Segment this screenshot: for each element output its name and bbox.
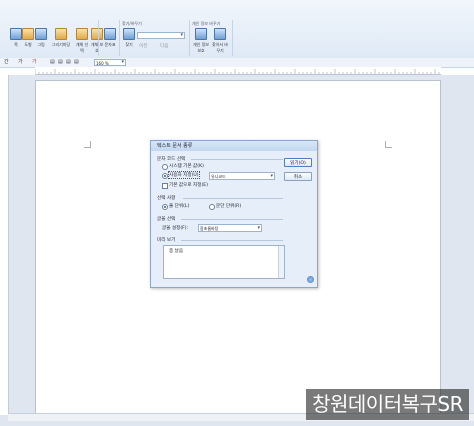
preview-section-label: 미리 보기 bbox=[157, 238, 176, 243]
font-select[interactable]: 함초롬바탕 bbox=[198, 224, 262, 232]
preview-text: 종 날음 bbox=[169, 249, 184, 254]
font-setting-label: 글꼴 설정(F): bbox=[162, 226, 189, 231]
ribbon-toolbar: 쪽 도형 그림 그리기마당 개체 선택 개체 보호 문자표 찾기/바꾸기 찾기 … bbox=[0, 0, 474, 59]
align-left-icon[interactable]: ▤ bbox=[50, 59, 55, 66]
paragraph-unit-radio[interactable] bbox=[209, 204, 215, 210]
section-divider bbox=[183, 198, 283, 199]
bold-button[interactable]: 가 bbox=[18, 59, 23, 66]
cancel-button[interactable]: 취소 bbox=[284, 172, 312, 181]
section-divider bbox=[181, 219, 283, 220]
vertical-ruler bbox=[0, 75, 9, 415]
line-unit-radio[interactable] bbox=[162, 204, 168, 210]
picture-icon bbox=[35, 28, 47, 40]
section-divider bbox=[191, 159, 283, 160]
system-default-label: 시스템 기본 값(K) bbox=[169, 164, 204, 169]
clipart-icon bbox=[55, 28, 67, 40]
symbol-icon bbox=[104, 28, 116, 40]
ribbon-separator bbox=[189, 20, 190, 56]
paragraph-unit-label: 문단 단위(R) bbox=[216, 204, 242, 209]
line-unit-label: 줄 단위(L) bbox=[169, 204, 190, 209]
privacy-button[interactable]: 개인 정보 보호 bbox=[193, 28, 209, 54]
object-protect-button[interactable]: 개체 보호 bbox=[90, 28, 104, 54]
clipart-button[interactable]: 그리기마당 bbox=[49, 28, 73, 48]
font-section-label: 글꼴 선택 bbox=[157, 217, 176, 222]
style-button[interactable]: 간 bbox=[4, 59, 9, 66]
font-color-button[interactable]: 가 bbox=[32, 59, 37, 66]
next-button[interactable]: 다음 bbox=[160, 43, 168, 49]
watermark-logo: 창원데이터복구SR bbox=[306, 389, 469, 420]
set-default-checkbox[interactable] bbox=[162, 183, 168, 189]
ribbon-separator bbox=[119, 20, 120, 56]
shape-button[interactable]: 도형 bbox=[21, 28, 35, 48]
user-defined-label: 사용자 지정(U) bbox=[168, 171, 200, 179]
ruler-ticks bbox=[35, 69, 440, 74]
encoding-section-label: 문자 코드 선택 bbox=[157, 157, 186, 162]
select-section-label: 선택 사항 bbox=[157, 196, 176, 201]
object-select-button[interactable]: 개체 선택 bbox=[75, 28, 89, 54]
system-default-radio[interactable] bbox=[162, 164, 168, 170]
ribbon-separator bbox=[98, 20, 99, 56]
help-icon[interactable] bbox=[307, 276, 314, 283]
find-combo[interactable] bbox=[137, 32, 185, 39]
privacy-icon bbox=[195, 28, 207, 40]
find-button[interactable]: 찾기 bbox=[122, 28, 136, 48]
picture-button[interactable]: 그림 bbox=[34, 28, 48, 48]
text-document-type-dialog: 텍스트 문서 종류 문자 코드 선택 시스템 기본 값(K) 사용자 지정(U)… bbox=[150, 140, 318, 288]
find-icon bbox=[123, 28, 135, 40]
find-group-title: 찾기/바꾸기 bbox=[122, 21, 142, 26]
user-defined-radio[interactable] bbox=[162, 173, 168, 179]
preview-box: 종 날음 bbox=[163, 245, 285, 279]
track-group-title: 개인 정보 바꾸기 bbox=[192, 21, 221, 26]
align-right-icon[interactable]: ▤ bbox=[66, 59, 71, 66]
replace-icon bbox=[214, 28, 226, 40]
encoding-select[interactable]: 유니코드 bbox=[209, 172, 275, 180]
set-default-label: 기본 값으로 지정(E) bbox=[169, 183, 208, 188]
object-select-icon bbox=[76, 28, 88, 40]
margin-corner-mark bbox=[385, 141, 392, 148]
open-button[interactable]: 읽기(O) bbox=[284, 158, 312, 167]
align-justify-icon[interactable]: ▤ bbox=[74, 59, 79, 66]
shape-icon bbox=[22, 28, 34, 40]
horizontal-ruler bbox=[35, 67, 441, 75]
preview-scrollbar[interactable] bbox=[278, 246, 284, 278]
symbol-button[interactable]: 문자표 bbox=[103, 28, 117, 48]
ribbon-separator bbox=[232, 20, 233, 56]
find-replace-button[interactable]: 찾아서 바꾸기 bbox=[212, 28, 228, 54]
zoom-combo[interactable]: 160 % bbox=[94, 59, 126, 66]
align-center-icon[interactable]: ▤ bbox=[58, 59, 63, 66]
prev-button[interactable]: 이전 bbox=[139, 43, 147, 49]
margin-corner-mark bbox=[84, 141, 91, 148]
object-protect-icon bbox=[91, 28, 103, 40]
dialog-title: 텍스트 문서 종류 bbox=[151, 141, 317, 151]
section-divider bbox=[181, 240, 283, 241]
